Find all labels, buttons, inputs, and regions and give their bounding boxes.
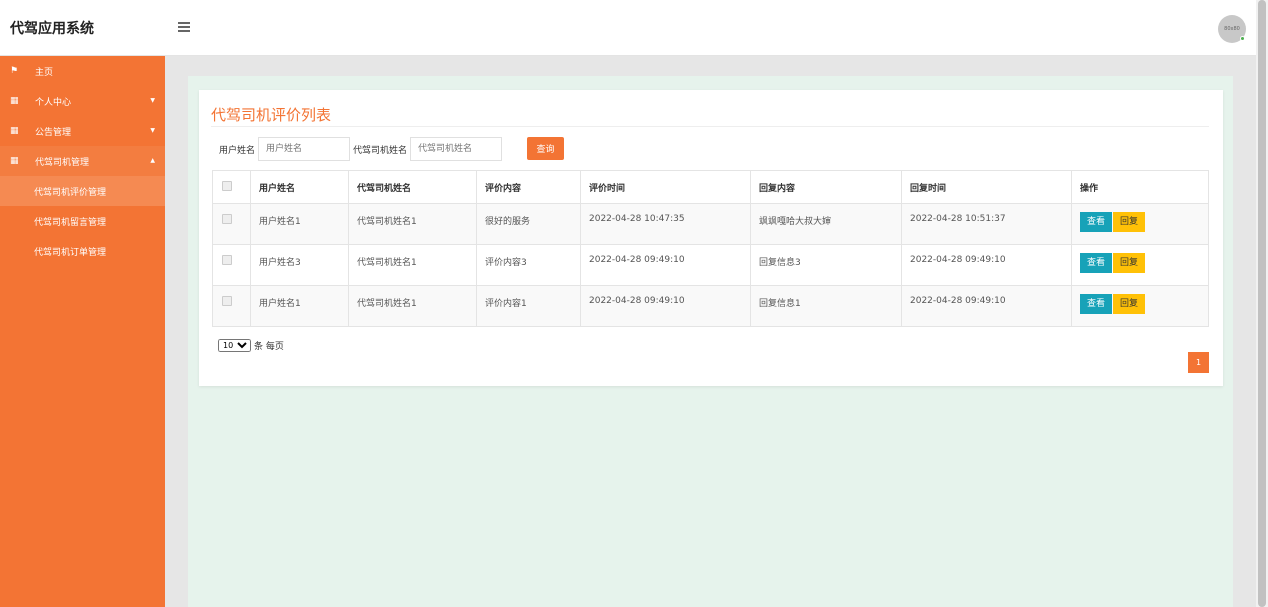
cell-content: 评价内容3 [476, 244, 581, 286]
driver-name-input[interactable] [410, 137, 503, 161]
flag-icon: ⚑ [10, 65, 19, 76]
cell-driver: 代驾司机姓名1 [348, 244, 477, 286]
cell-time: 2022-04-28 09:49:10 [580, 285, 751, 327]
column-header-reply: 回复内容 [750, 170, 902, 204]
table-header-row: 用户姓名 代驾司机姓名 评价内容 评价时间 回复内容 回复时间 操作 [212, 170, 1209, 204]
sidebar-item-label: 公告管理 [35, 127, 72, 138]
cell-actions: 查看 回复 [1071, 203, 1209, 245]
pagination-page-1[interactable]: 1 [1188, 352, 1209, 373]
per-page-label: 条 每页 [254, 342, 284, 352]
scrollbar[interactable] [1256, 0, 1268, 607]
search-bar: 用户姓名 代驾司机姓名 [219, 137, 505, 161]
column-header-user: 用户姓名 [250, 170, 349, 204]
select-all-checkbox[interactable] [222, 180, 232, 191]
column-header-content: 评价内容 [476, 170, 581, 204]
cell-user: 用户姓名1 [250, 285, 349, 327]
sidebar-subitem-messages[interactable]: 代驾司机留言管理 [0, 206, 165, 236]
column-header-driver: 代驾司机姓名 [348, 170, 477, 204]
sidebar-subitem-orders[interactable]: 代驾司机订单管理 [0, 236, 165, 266]
cell-reply-time: 2022-04-28 09:49:10 [901, 285, 1072, 327]
page-size-control: 10 条 每页 [218, 339, 284, 352]
cell-reply: 回复信息1 [750, 285, 902, 327]
avatar[interactable]: 80x80 [1218, 15, 1246, 43]
page-size-select[interactable]: 10 [218, 339, 251, 352]
page-title: 代驾司机评价列表 [211, 106, 332, 124]
reviews-table: 用户姓名 代驾司机姓名 评价内容 评价时间 回复内容 回复时间 操作 用户姓名1… [212, 170, 1209, 327]
sidebar-item-driver-management[interactable]: ▦ 代驾司机管理 ▲ [0, 146, 165, 176]
grid-icon: ▦ [10, 155, 19, 166]
sidebar-item-label: 主页 [35, 67, 54, 78]
row-checkbox[interactable] [222, 214, 232, 224]
cell-reply: 飒飒嘎哈大叔大婶 [750, 203, 902, 245]
list-card: 代驾司机评价列表 用户姓名 代驾司机姓名 查询 用户姓名 代驾司机姓名 评价内容… [199, 90, 1223, 386]
chevron-up-icon: ▲ [150, 157, 155, 164]
view-button[interactable]: 查看 [1080, 294, 1112, 314]
table-row: 用户姓名1 代驾司机姓名1 评价内容1 2022-04-28 09:49:10 … [212, 285, 1209, 327]
app-title: 代驾应用系统 [10, 21, 94, 37]
cell-reply-time: 2022-04-28 09:49:10 [901, 244, 1072, 286]
reply-button[interactable]: 回复 [1113, 294, 1145, 314]
online-status-icon [1240, 36, 1245, 41]
sidebar-item-home[interactable]: ⚑ 主页 [0, 56, 165, 86]
cell-driver: 代驾司机姓名1 [348, 285, 477, 327]
cell-reply: 回复信息3 [750, 244, 902, 286]
cell-actions: 查看 回复 [1071, 244, 1209, 286]
table-row: 用户姓名3 代驾司机姓名1 评价内容3 2022-04-28 09:49:10 … [212, 244, 1209, 286]
scrollbar-thumb[interactable] [1258, 0, 1266, 607]
sidebar-item-notices[interactable]: ▦ 公告管理 ▼ [0, 116, 165, 146]
cell-content: 评价内容1 [476, 285, 581, 327]
row-checkbox[interactable] [222, 255, 232, 265]
column-header-reply-time: 回复时间 [901, 170, 1072, 204]
cell-user: 用户姓名1 [250, 203, 349, 245]
sidebar: ⚑ 主页 ▦ 个人中心 ▼ ▦ 公告管理 ▼ ▦ 代驾司机管理 ▲ 代驾司机评价… [0, 56, 165, 607]
row-checkbox[interactable] [222, 296, 232, 306]
column-header-time: 评价时间 [580, 170, 751, 204]
grid-icon: ▦ [10, 125, 19, 136]
avatar-text: 80x80 [1224, 26, 1240, 32]
divider [211, 126, 1209, 127]
top-bar: 代驾应用系统 80x80 [0, 0, 1256, 56]
cell-time: 2022-04-28 09:49:10 [580, 244, 751, 286]
cell-driver: 代驾司机姓名1 [348, 203, 477, 245]
sidebar-item-label: 个人中心 [35, 97, 72, 108]
driver-name-label: 代驾司机姓名 [353, 145, 408, 156]
chevron-down-icon: ▼ [150, 97, 155, 104]
reply-button[interactable]: 回复 [1113, 253, 1145, 273]
view-button[interactable]: 查看 [1080, 212, 1112, 232]
chevron-down-icon: ▼ [150, 127, 155, 134]
sidebar-subitem-reviews[interactable]: 代驾司机评价管理 [0, 176, 165, 206]
reply-button[interactable]: 回复 [1113, 212, 1145, 232]
sidebar-item-label: 代驾司机管理 [35, 157, 90, 168]
menu-toggle-icon[interactable] [178, 22, 190, 32]
cell-time: 2022-04-28 10:47:35 [580, 203, 751, 245]
grid-icon: ▦ [10, 95, 19, 106]
user-name-label: 用户姓名 [219, 145, 256, 156]
cell-content: 很好的服务 [476, 203, 581, 245]
view-button[interactable]: 查看 [1080, 253, 1112, 273]
sidebar-item-profile[interactable]: ▦ 个人中心 ▼ [0, 86, 165, 116]
column-header-actions: 操作 [1071, 170, 1209, 204]
table-row: 用户姓名1 代驾司机姓名1 很好的服务 2022-04-28 10:47:35 … [212, 203, 1209, 245]
cell-reply-time: 2022-04-28 10:51:37 [901, 203, 1072, 245]
cell-actions: 查看 回复 [1071, 285, 1209, 327]
query-button[interactable]: 查询 [527, 137, 564, 160]
cell-user: 用户姓名3 [250, 244, 349, 286]
user-name-input[interactable] [258, 137, 351, 161]
